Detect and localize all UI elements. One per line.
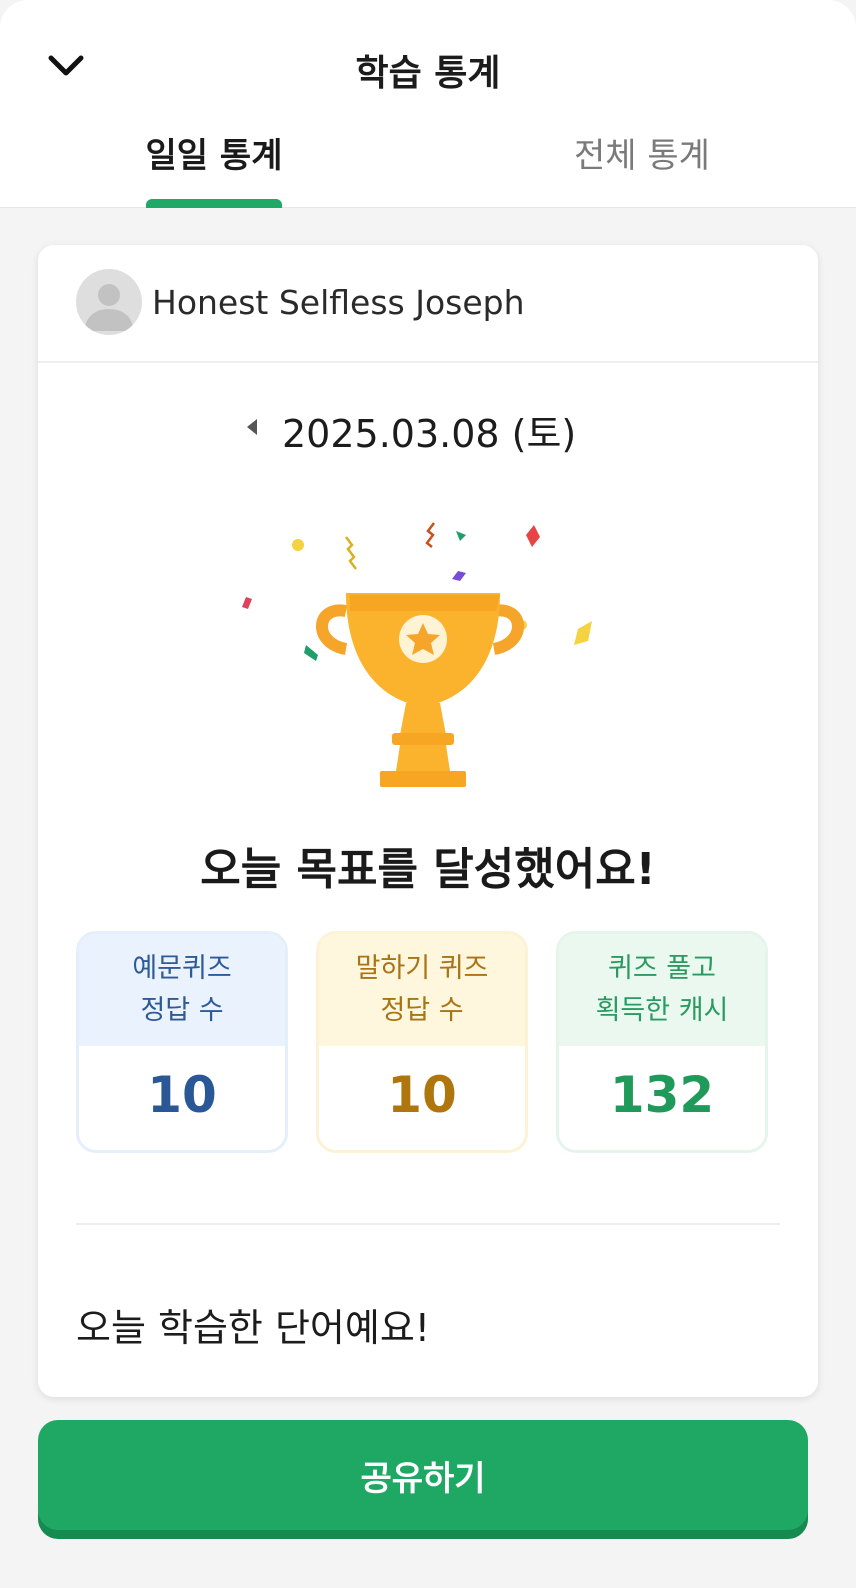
share-button[interactable]: 공유하기 (38, 1420, 808, 1530)
trophy-icon (242, 522, 592, 787)
stat-label-line-1: 말하기 퀴즈 (355, 953, 489, 984)
page-title: 학습 통계 (355, 53, 501, 94)
previous-date-button[interactable] (234, 409, 270, 445)
stat-label: 예문퀴즈 정답 수 (79, 934, 285, 1046)
tab-daily-stats[interactable]: 일일 통계 (144, 128, 284, 208)
stat-label: 퀴즈 풀고 획득한 캐시 (559, 934, 765, 1046)
stat-label: 말하기 퀴즈 정답 수 (319, 934, 525, 1046)
stat-card-example-quiz: 예문퀴즈 정답 수 10 (76, 931, 288, 1153)
stat-label-line-1: 예문퀴즈 (132, 953, 232, 984)
user-row: Honest Selfless Joseph (38, 245, 818, 363)
stat-value: 10 (387, 1066, 457, 1124)
date-selector: 2025.03.08 (토) (38, 403, 818, 456)
stat-label-line-2: 획득한 캐시 (595, 995, 729, 1026)
user-name: Honest Selfless Joseph (152, 283, 525, 322)
current-date: 2025.03.08 (토) (282, 412, 577, 456)
stat-label-line-2: 정답 수 (380, 995, 464, 1026)
tab-label: 일일 통계 (145, 136, 283, 176)
divider (76, 1223, 780, 1225)
stat-value: 10 (147, 1066, 217, 1124)
learned-words-title: 오늘 학습한 단어예요! (76, 1306, 431, 1350)
user-avatar-icon (76, 269, 142, 335)
stat-card-earned-cash: 퀴즈 풀고 획득한 캐시 132 (556, 931, 768, 1153)
stat-label-line-2: 정답 수 (140, 995, 224, 1026)
tab-label: 전체 통계 (574, 136, 710, 176)
stat-label-line-1: 퀴즈 풀고 (608, 953, 716, 984)
tab-active-indicator (146, 199, 282, 208)
stat-card-speaking-quiz: 말하기 퀴즈 정답 수 10 (316, 931, 528, 1153)
goal-achieved-message: 오늘 목표를 달성했어요! (200, 844, 656, 895)
stat-value: 132 (609, 1066, 715, 1124)
top-bar: 학습 통계 일일 통계 전체 통계 (0, 0, 856, 208)
caret-left-icon (247, 419, 257, 435)
trophy-illustration (234, 515, 614, 795)
daily-stats-card: Honest Selfless Joseph 2025.03.08 (토) 오늘… (38, 245, 818, 1397)
tab-total-stats[interactable]: 전체 통계 (572, 128, 712, 208)
